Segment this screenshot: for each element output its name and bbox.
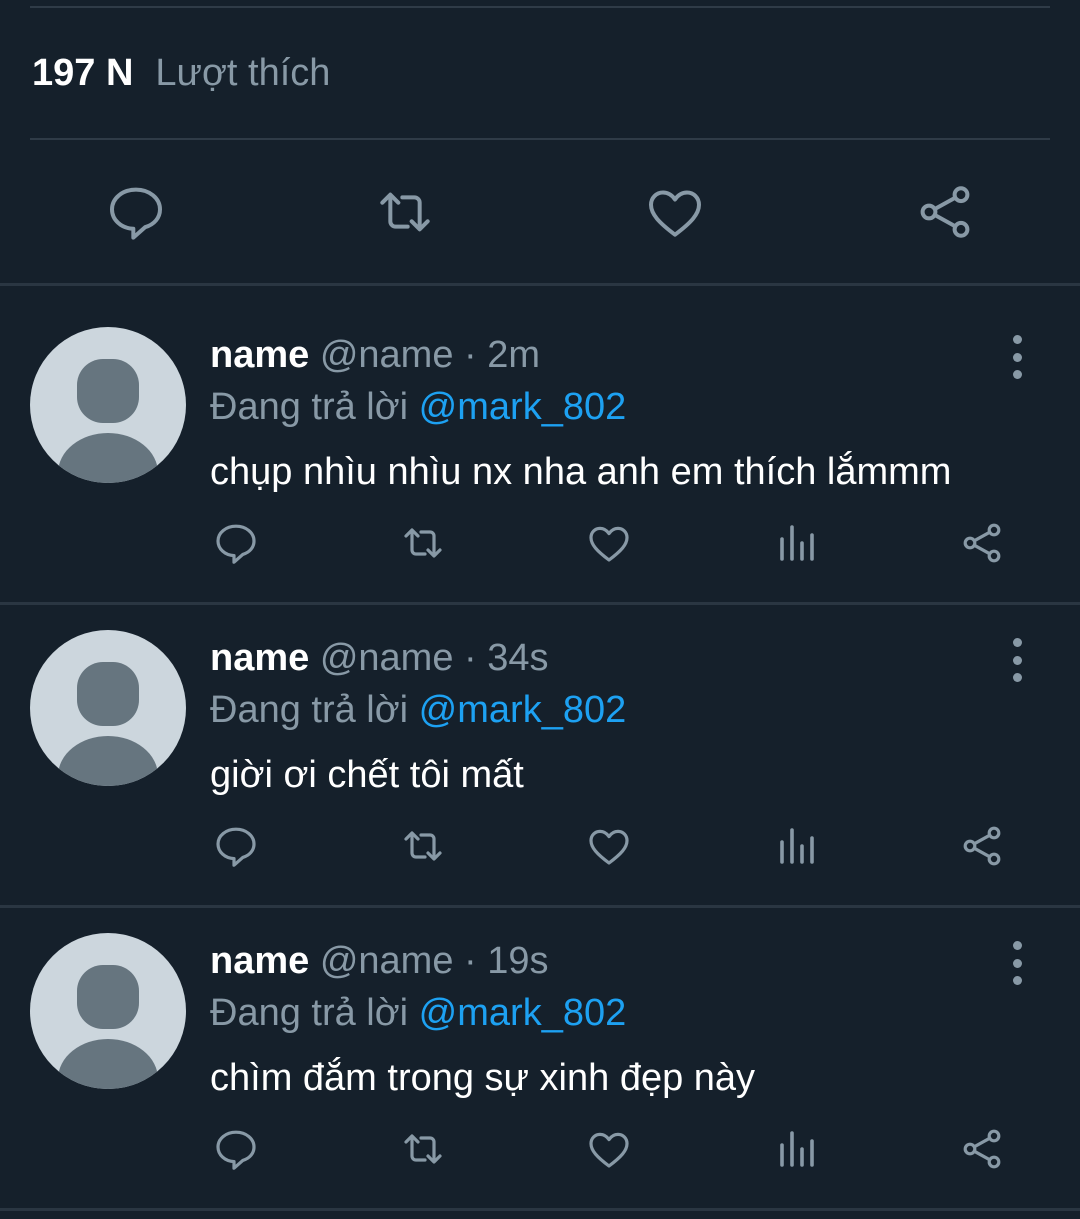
retweet-icon[interactable] [363, 170, 447, 254]
more-options-icon[interactable] [1004, 335, 1030, 379]
share-icon[interactable] [954, 818, 1010, 874]
display-name[interactable]: name [210, 334, 309, 376]
like-icon[interactable] [633, 170, 717, 254]
timestamp[interactable]: 34s [487, 637, 548, 679]
retweet-icon[interactable] [395, 818, 451, 874]
timestamp[interactable]: 2m [487, 334, 540, 376]
analytics-icon[interactable] [768, 515, 824, 571]
timestamp[interactable]: 19s [487, 940, 548, 982]
likes-stat[interactable]: 197 N Lượt thích [32, 52, 330, 100]
retweet-icon[interactable] [395, 515, 451, 571]
section-divider [0, 283, 1080, 286]
avatar[interactable] [30, 933, 186, 1089]
reply-action-bar [0, 515, 1080, 571]
user-handle[interactable]: @name [320, 637, 454, 679]
share-icon[interactable] [954, 515, 1010, 571]
reply-tweet[interactable]: name @name · 34s Đang trả lời @mark_802 … [0, 590, 1080, 890]
avatar[interactable] [30, 327, 186, 483]
avatar[interactable] [30, 630, 186, 786]
reply-meta: name @name · 34s [210, 634, 549, 682]
replying-prefix: Đang trả lời [210, 386, 409, 428]
separator-dot: · [464, 940, 477, 982]
mention-link[interactable]: @mark_802 [419, 689, 627, 731]
more-options-icon[interactable] [1004, 941, 1030, 985]
reply-icon[interactable] [208, 1121, 264, 1177]
reply-icon[interactable] [208, 818, 264, 874]
likes-count: 197 N [32, 52, 134, 94]
likes-label: Lượt thích [155, 52, 331, 94]
analytics-icon[interactable] [768, 818, 824, 874]
mention-link[interactable]: @mark_802 [419, 386, 627, 428]
separator-dot: · [464, 637, 477, 679]
user-handle[interactable]: @name [320, 940, 454, 982]
reply-meta: name @name · 2m [210, 331, 540, 379]
like-icon[interactable] [581, 515, 637, 571]
like-icon[interactable] [581, 1121, 637, 1177]
reply-icon[interactable] [208, 515, 264, 571]
stats-divider [30, 138, 1050, 140]
reply-tweet[interactable]: name @name · 2m Đang trả lời @mark_802 c… [0, 287, 1080, 587]
share-icon[interactable] [903, 170, 987, 254]
bottom-divider [0, 1208, 1080, 1211]
replying-prefix: Đang trả lời [210, 992, 409, 1034]
tweet-action-bar [0, 170, 1080, 254]
replying-to: Đang trả lời @mark_802 [210, 383, 626, 431]
reply-text: chụp nhìu nhìu nx nha anh em thích lắmmm [210, 451, 952, 493]
like-icon[interactable] [581, 818, 637, 874]
reply-meta: name @name · 19s [210, 937, 549, 985]
more-options-icon[interactable] [1004, 638, 1030, 682]
retweet-icon[interactable] [395, 1121, 451, 1177]
separator-dot: · [464, 334, 477, 376]
reply-text: chìm đắm trong sự xinh đẹp này [210, 1057, 756, 1099]
reply-action-bar [0, 818, 1080, 874]
display-name[interactable]: name [210, 940, 309, 982]
reply-tweet[interactable]: name @name · 19s Đang trả lời @mark_802 … [0, 893, 1080, 1193]
replying-to: Đang trả lời @mark_802 [210, 989, 626, 1037]
reply-icon[interactable] [94, 170, 178, 254]
replying-to: Đang trả lời @mark_802 [210, 686, 626, 734]
reply-action-bar [0, 1121, 1080, 1177]
user-handle[interactable]: @name [320, 334, 454, 376]
display-name[interactable]: name [210, 637, 309, 679]
analytics-icon[interactable] [768, 1121, 824, 1177]
reply-text: giời ơi chết tôi mất [210, 754, 524, 796]
top-divider [30, 6, 1050, 8]
replying-prefix: Đang trả lời [210, 689, 409, 731]
share-icon[interactable] [954, 1121, 1010, 1177]
mention-link[interactable]: @mark_802 [419, 992, 627, 1034]
